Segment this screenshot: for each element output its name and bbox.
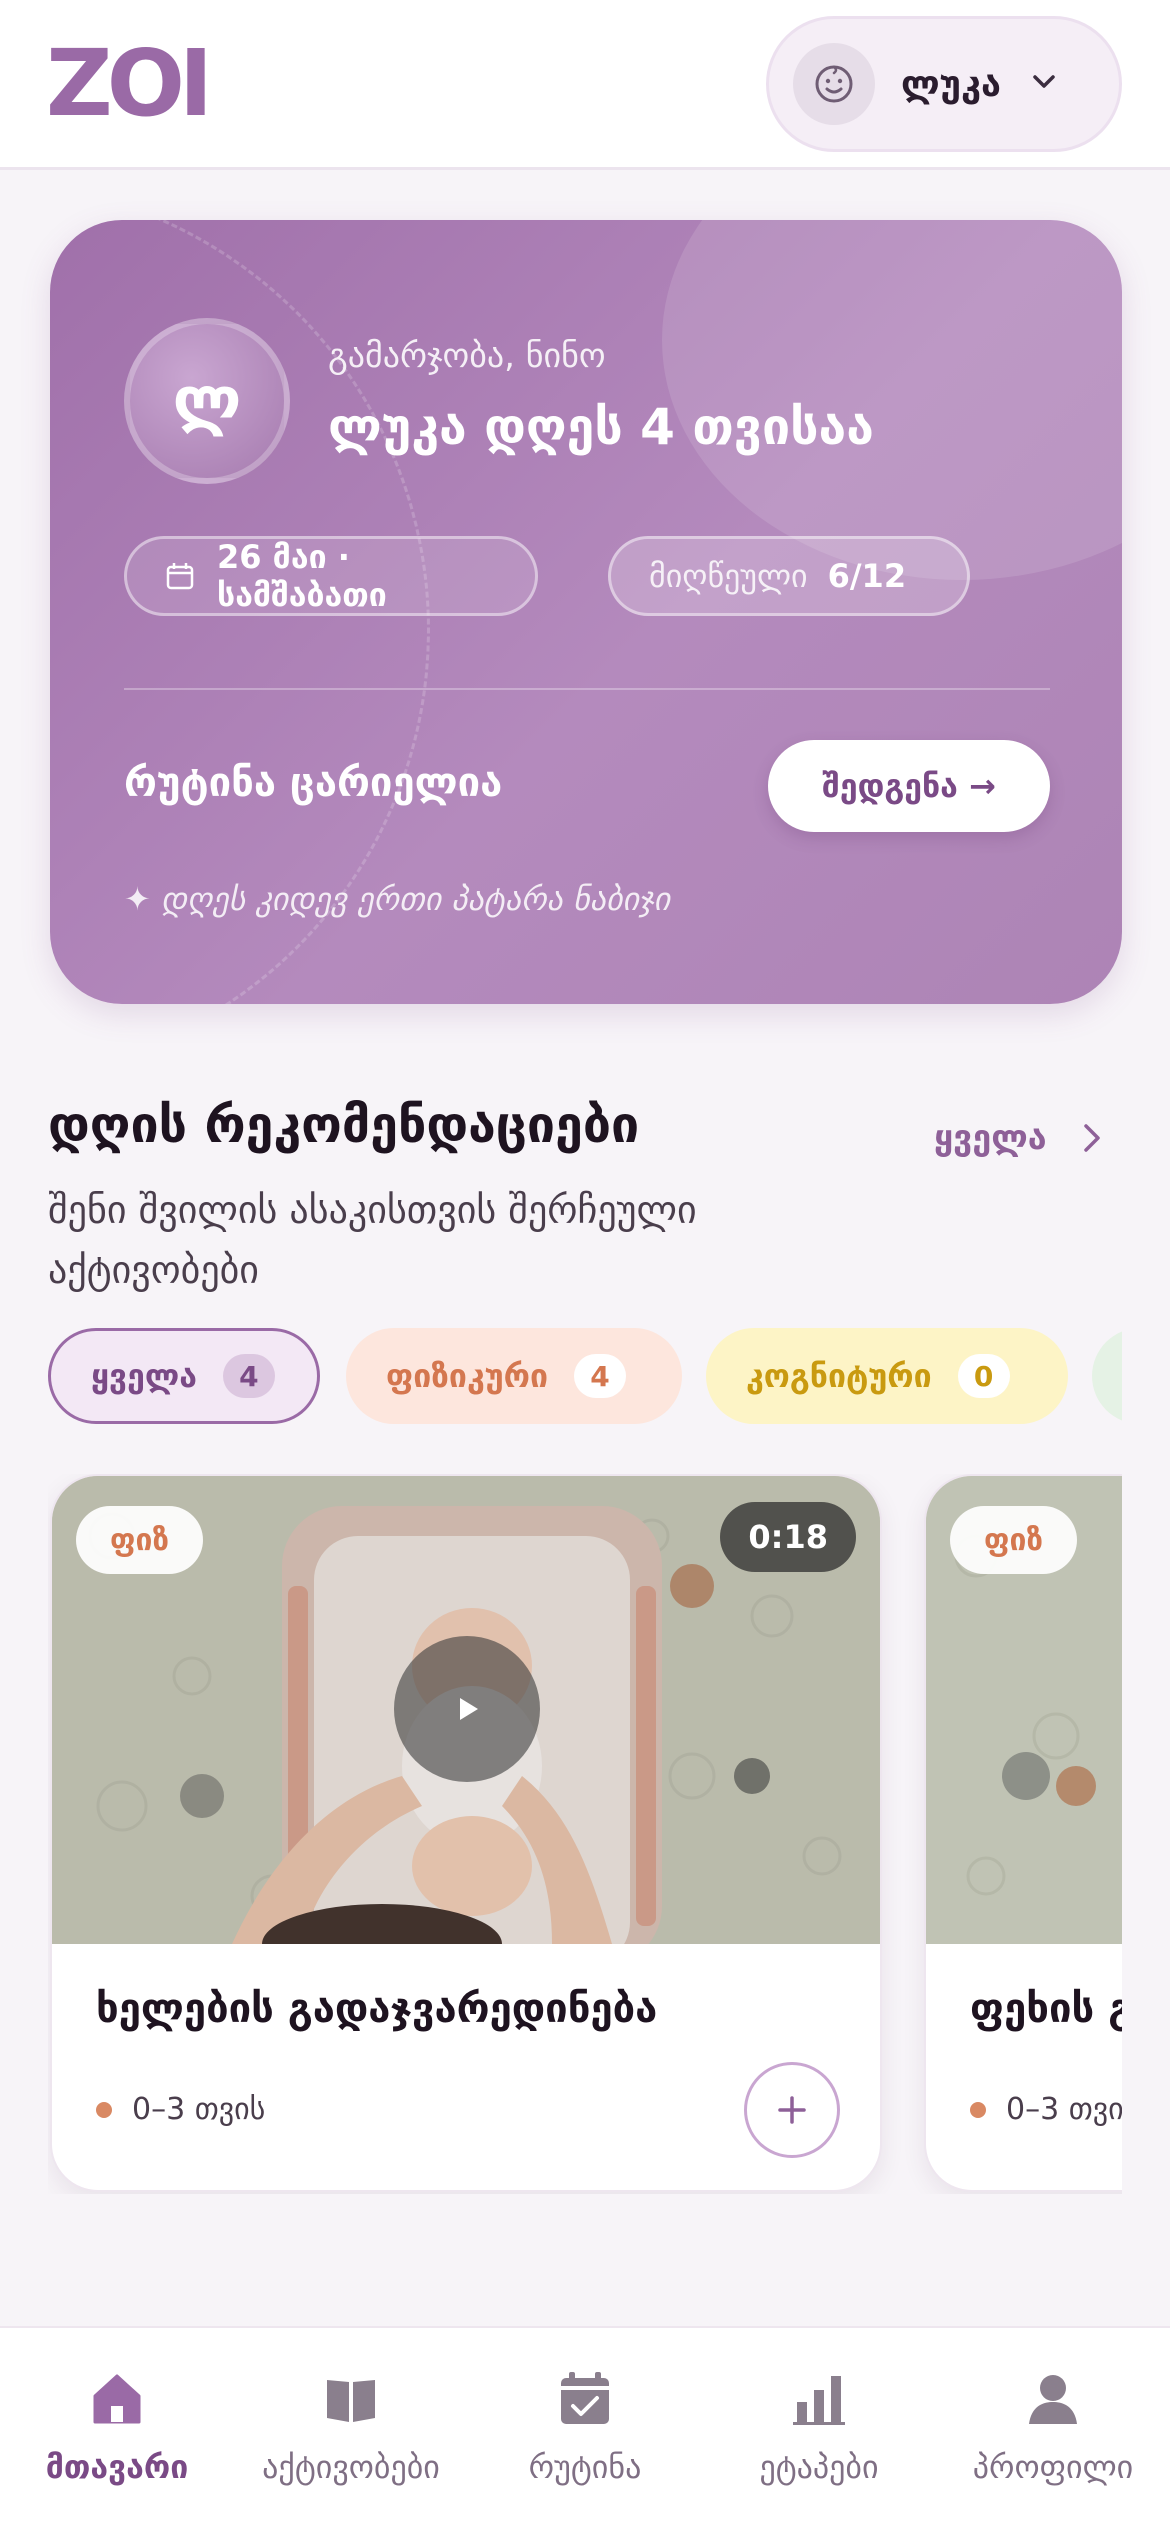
- child-name: ლუკა: [901, 63, 1001, 105]
- nav-label: მთავარი: [45, 2448, 189, 2486]
- book-icon: [321, 2368, 381, 2428]
- filter-count: 4: [574, 1354, 627, 1398]
- age-range: 0–3 თვის: [96, 2092, 265, 2127]
- category-dot: [970, 2101, 986, 2118]
- user-icon: [1023, 2368, 1083, 2428]
- age-range: 0–3 თვი: [970, 2092, 1122, 2127]
- activity-card[interactable]: ფიზ 0:18 ხელების გადაჯვარედინება 0–3 თვი…: [50, 1474, 882, 2192]
- plus-icon: [774, 2092, 810, 2128]
- video-thumbnail[interactable]: ფიზ: [926, 1476, 1122, 1944]
- age-text: 0–3 თვი: [1006, 2092, 1122, 2127]
- progress-value: 6/12: [827, 557, 907, 595]
- section-subtitle: შენი შვილის ასაკისთვის შერჩეული აქტივობე…: [48, 1188, 697, 1292]
- routine-status: რუტინა ცარიელია: [124, 760, 503, 806]
- date-text: 26 მაი · სამშაბათი: [217, 538, 387, 614]
- create-routine-button[interactable]: შედგენა →: [768, 740, 1050, 832]
- chevron-down-icon: [1027, 65, 1061, 103]
- nav-label: აქტივობები: [262, 2448, 440, 2486]
- category-tag: ფიზ: [76, 1506, 203, 1574]
- filter-label: ყველა: [91, 1357, 197, 1395]
- add-to-routine-button[interactable]: [744, 2062, 840, 2158]
- play-button[interactable]: [394, 1636, 540, 1782]
- app-logo[interactable]: ZOI: [46, 34, 213, 134]
- greeting-text: გამარჯობა, ნინო: [328, 336, 606, 376]
- baby-face-icon: [793, 43, 875, 125]
- activity-title: ხელების გადაჯვარედინება: [96, 1986, 658, 2032]
- filter-count: 4: [222, 1354, 275, 1398]
- age-text: 0–3 თვის: [132, 2092, 266, 2127]
- chevron-right-icon: [1077, 1120, 1107, 1156]
- filter-label: ფიზიკური: [386, 1357, 549, 1395]
- progress-chip: მიღწეული 6/12: [608, 536, 970, 616]
- hero-card: ლ გამარჯობა, ნინო ლუკა დღეს 4 თვისაა 26 …: [50, 220, 1122, 1004]
- bottom-navigation: მთავარი აქტივობები რუტინა ეტაპები პროფილ…: [0, 2326, 1170, 2532]
- video-duration: 0:18: [720, 1502, 856, 1572]
- date-chip: 26 მაი · სამშაბათი: [124, 536, 538, 616]
- nav-label: რუტინა: [528, 2448, 642, 2486]
- section-title: დღის რეკომენდაციები: [48, 1096, 640, 1154]
- activity-title: ფეხის გ: [970, 1986, 1122, 2032]
- activity-carousel: ფიზ 0:18 ხელების გადაჯვარედინება 0–3 თვი…: [48, 1474, 1122, 2194]
- app-header: ZOI ლუკა: [0, 0, 1170, 170]
- video-thumbnail[interactable]: ფიზ 0:18: [52, 1476, 880, 1944]
- category-dot: [96, 2101, 112, 2118]
- filter-physical[interactable]: ფიზიკური 4: [346, 1328, 682, 1424]
- child-avatar: ლ: [124, 318, 290, 484]
- nav-routine[interactable]: რუტინა: [468, 2368, 702, 2518]
- filter-cognitive[interactable]: კოგნიტური 0: [706, 1328, 1068, 1424]
- see-all-link[interactable]: ყველა: [934, 1118, 1107, 1158]
- progress-label: მიღწეული: [649, 557, 808, 595]
- daily-tip: ✦ დღეს კიდევ ერთი პატარა ნაბიჯი: [124, 880, 671, 918]
- nav-profile[interactable]: პროფილი: [936, 2368, 1170, 2518]
- home-icon: [87, 2368, 147, 2428]
- nav-label: პროფილი: [972, 2448, 1134, 2486]
- filter-all[interactable]: ყველა 4: [48, 1328, 320, 1424]
- filter-count: 0: [957, 1354, 1010, 1398]
- child-selector[interactable]: ლუკა: [766, 16, 1122, 152]
- bar-chart-icon: [789, 2368, 849, 2428]
- nav-label: ეტაპები: [759, 2448, 879, 2486]
- nav-activities[interactable]: აქტივობები: [234, 2368, 468, 2518]
- divider: [124, 688, 1050, 690]
- hero-title: ლუკა დღეს 4 თვისაა: [328, 398, 874, 456]
- calendar-check-icon: [555, 2368, 615, 2428]
- filter-label: კოგნიტური: [746, 1357, 932, 1395]
- activity-card[interactable]: ფიზ ფეხის გ 0–3 თვი: [924, 1474, 1122, 2192]
- see-all-label: ყველა: [934, 1118, 1047, 1158]
- nav-milestones[interactable]: ეტაპები: [702, 2368, 936, 2518]
- nav-home[interactable]: მთავარი: [0, 2368, 234, 2518]
- filter-next-partial[interactable]: [1092, 1328, 1122, 1424]
- play-icon: [447, 1689, 487, 1729]
- calendar-icon: [165, 561, 195, 591]
- category-tag: ფიზ: [950, 1506, 1077, 1574]
- filter-chips: ყველა 4 ფიზიკური 4 კოგნიტური 0: [48, 1328, 1122, 1424]
